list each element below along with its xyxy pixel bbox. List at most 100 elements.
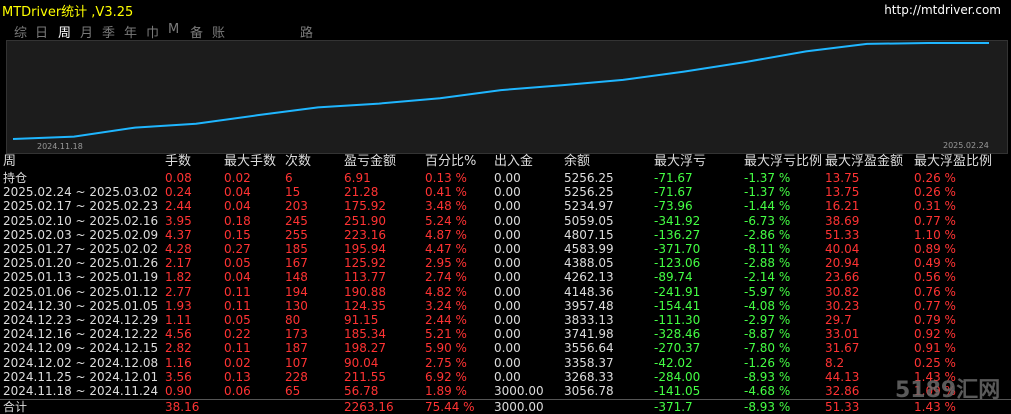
cell-max-float-loss-pct: -2.97 % <box>744 313 791 327</box>
cell-lots: 4.37 <box>165 227 192 242</box>
cell-max-float-loss-pct: -2.14 % <box>744 270 791 285</box>
cell-max-float-profit: 30.82 <box>825 284 860 299</box>
cell-balance: 4148.36 <box>564 284 614 299</box>
table-row: 2024.12.09 ~ 2024.12.15 2.82 0.11 187 198.27… <box>0 341 1011 355</box>
table-row: 2025.02.17 ~ 2025.02.23 2.44 0.04 203 175.92… <box>0 199 1011 213</box>
cell-period: 2025.02.24 ~ 2025.03.02 <box>3 185 159 200</box>
cell-max-float-loss: -123.06 <box>654 256 701 271</box>
tab-8[interactable]: 备 <box>190 22 203 41</box>
cell-max-float-loss: -284.00 <box>654 369 701 384</box>
site-link[interactable]: http://mtdriver.com <box>884 3 1001 17</box>
cell-count: 194 <box>285 284 308 299</box>
equity-line <box>12 42 989 140</box>
cell-balance: 3556.64 <box>564 341 614 356</box>
tab-4[interactable]: 季 <box>102 22 115 41</box>
cell-max-float-profit: 13.75 <box>825 171 860 185</box>
cell-lots: 4.56 <box>165 327 192 342</box>
table-row: 2024.12.16 ~ 2024.12.22 4.56 0.22 173 185.34… <box>0 327 1011 341</box>
cell-pnl: 190.88 <box>344 284 386 299</box>
cell-max-float-loss: -141.05 <box>654 384 701 398</box>
cell-max-float-loss: -328.46 <box>654 327 701 342</box>
cell-period: 2025.02.10 ~ 2025.02.16 <box>3 213 159 228</box>
cell-count: 148 <box>285 270 308 285</box>
watermark-logo: 5189汇网 <box>895 378 1001 403</box>
cell-lots: 1.93 <box>165 298 192 313</box>
table-row: 2025.02.10 ~ 2025.02.16 3.95 0.18 245 251.90… <box>0 214 1011 228</box>
cell-max-float-loss: -71.67 <box>654 185 693 200</box>
cell-percent: 4.47 % <box>425 242 467 256</box>
cell-max-float-profit-pct: 0.79 % <box>914 313 956 327</box>
cell-count: 203 <box>285 199 308 214</box>
cell-deposit: 0.00 <box>494 213 521 228</box>
cell-period: 2024.11.25 ~ 2024.12.01 <box>3 369 159 384</box>
cell-max-float-profit: 最大浮盈金额 <box>825 154 904 169</box>
cell-max-float-loss-pct: -2.86 % <box>744 227 791 242</box>
cell-max-float-profit-pct: 0.25 % <box>914 355 956 370</box>
table-row: 2025.01.06 ~ 2025.01.12 2.77 0.11 194 190.88… <box>0 285 1011 299</box>
cell-percent: 4.82 % <box>425 284 467 299</box>
cell-max-float-profit: 13.75 <box>825 185 860 200</box>
tab-0[interactable]: 综 <box>14 22 27 41</box>
cell-percent: 0.13 % <box>425 171 467 185</box>
tab-7[interactable]: M <box>168 22 179 37</box>
table-row: 2024.12.23 ~ 2024.12.29 1.11 0.05 80 91.15 2.… <box>0 313 1011 327</box>
cell-max-float-profit-pct: 0.89 % <box>914 242 956 256</box>
cell-deposit: 0.00 <box>494 227 521 242</box>
cell-balance: 3268.33 <box>564 369 614 384</box>
cell-balance: 余额 <box>564 154 591 169</box>
cell-max-float-loss-pct: -8.93 % <box>744 400 791 414</box>
cell-balance: 3957.48 <box>564 298 614 313</box>
cell-max-float-profit: 29.7 <box>825 313 852 327</box>
cell-max-lots: 0.22 <box>224 327 251 342</box>
cell-pnl: 2263.16 <box>344 400 394 414</box>
cell-pnl: 90.04 <box>344 355 379 370</box>
cell-max-float-loss: 最大浮亏 <box>654 154 707 169</box>
cell-count: 228 <box>285 369 308 384</box>
cell-percent: 2.75 % <box>425 355 467 370</box>
cell-period: 2024.11.18 ~ 2024.11.24 <box>3 384 159 398</box>
cell-max-lots: 0.11 <box>224 284 251 299</box>
cell-period: 2024.12.16 ~ 2024.12.22 <box>3 327 159 342</box>
cell-pnl: 175.92 <box>344 199 386 214</box>
cell-lots: 0.24 <box>165 185 192 200</box>
cell-max-float-loss-pct: -4.68 % <box>744 384 791 398</box>
cell-pnl: 6.91 <box>344 171 371 185</box>
cell-period: 2024.12.02 ~ 2024.12.08 <box>3 355 159 370</box>
cell-deposit: 0.00 <box>494 171 521 185</box>
tab-2[interactable]: 周 <box>58 22 71 41</box>
cell-max-float-loss: -270.37 <box>654 341 701 356</box>
cell-max-float-profit-pct: 1.10 % <box>914 227 956 242</box>
tab-1[interactable]: 日 <box>35 22 48 41</box>
cell-max-lots: 0.04 <box>224 199 251 214</box>
cell-pnl: 91.15 <box>344 313 379 327</box>
cell-max-float-profit: 31.67 <box>825 341 860 356</box>
table-row: 2025.01.27 ~ 2025.02.02 4.28 0.27 185 195.94… <box>0 242 1011 256</box>
cell-percent: 4.87 % <box>425 227 467 242</box>
cell-period: 持仓 <box>3 171 28 185</box>
cell-lots: 2.77 <box>165 284 192 299</box>
cell-max-float-loss: -89.74 <box>654 270 693 285</box>
cell-count: 6 <box>285 171 293 185</box>
cell-lots: 1.82 <box>165 270 192 285</box>
cell-count: 173 <box>285 327 308 342</box>
cell-max-float-profit-pct: 0.26 % <box>914 171 956 185</box>
cell-count: 167 <box>285 256 308 271</box>
cell-max-float-loss: -71.67 <box>654 171 693 185</box>
cell-percent: 3.24 % <box>425 298 467 313</box>
cell-percent: 2.95 % <box>425 256 467 271</box>
cell-deposit: 0.00 <box>494 242 521 256</box>
cell-count: 187 <box>285 341 308 356</box>
cell-max-float-loss-pct: -1.26 % <box>744 355 791 370</box>
cell-lots: 2.44 <box>165 199 192 214</box>
cell-deposit: 出入金 <box>494 154 534 169</box>
cell-lots: 手数 <box>165 154 192 169</box>
cell-percent: 百分比% <box>425 154 477 169</box>
tab-6[interactable]: 巾 <box>146 22 159 41</box>
cell-balance: 5256.25 <box>564 171 614 185</box>
cell-max-float-loss-pct: -5.97 % <box>744 284 791 299</box>
cell-deposit: 0.00 <box>494 256 521 271</box>
x-axis-end-label: 2025.02.24 <box>943 141 989 150</box>
tab-3[interactable]: 月 <box>80 22 93 41</box>
tab-5[interactable]: 年 <box>124 22 137 41</box>
cell-count: 次数 <box>285 154 312 169</box>
